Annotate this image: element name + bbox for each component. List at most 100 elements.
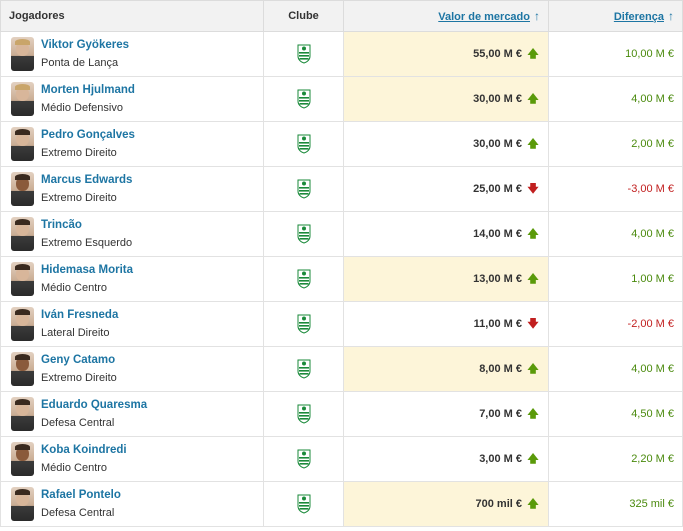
column-header-players[interactable]: Jogadores [0, 0, 264, 32]
player-info: Geny Catamo Extremo Direito [11, 352, 255, 386]
difference-cell: 1,00 M € [548, 256, 683, 302]
sporting-crest-icon[interactable] [297, 44, 311, 64]
market-value: 25,00 M € [473, 182, 522, 195]
sporting-crest-icon[interactable] [297, 314, 311, 334]
player-name-link[interactable]: Rafael Pontelo [41, 487, 121, 503]
table-row: Viktor Gyökeres Ponta de Lança 55,00 M € 🡅 1… [0, 31, 683, 77]
player-photo[interactable] [11, 352, 34, 386]
player-name-link[interactable]: Viktor Gyökeres [41, 37, 129, 53]
difference-value: 10,00 M € [625, 48, 674, 60]
trend-up-arrow-icon: 🡅 [527, 272, 539, 285]
player-photo[interactable] [11, 37, 34, 71]
sporting-crest-icon[interactable] [297, 494, 311, 514]
difference-cell: 10,00 M € [548, 31, 683, 77]
sporting-crest-icon[interactable] [297, 359, 311, 379]
market-value: 11,00 M € [473, 317, 522, 330]
sporting-crest-icon[interactable] [297, 224, 311, 244]
sort-arrow-up-icon[interactable]: ↑ [668, 9, 674, 23]
player-position: Médio Defensivo [41, 102, 123, 114]
sort-arrow-up-icon[interactable]: ↑ [534, 9, 540, 23]
sporting-crest-icon[interactable] [297, 404, 311, 424]
player-name-link[interactable]: Pedro Gonçalves [41, 127, 135, 143]
player-photo[interactable] [11, 217, 34, 251]
player-position: Ponta de Lança [41, 57, 119, 69]
difference-value: 2,20 M € [631, 453, 674, 465]
difference-cell: 4,00 M € [548, 76, 683, 122]
market-value-cell: 30,00 M € 🡅 [343, 121, 549, 167]
player-photo[interactable] [11, 307, 34, 341]
market-value: 8,00 M € [479, 362, 522, 375]
player-name-link[interactable]: Iván Fresneda [41, 307, 118, 323]
player-text: Koba Koindredi Médio Centro [41, 442, 127, 476]
difference-value: 2,00 M € [631, 138, 674, 150]
table-row: Koba Koindredi Médio Centro 3,00 M € 🡅 2,20 … [0, 436, 683, 482]
table-row: Trincão Extremo Esquerdo 14,00 M € 🡅 4,00 M … [0, 211, 683, 257]
player-position: Médio Centro [41, 282, 108, 294]
player-text: Iván Fresneda Lateral Direito [41, 307, 118, 341]
player-name-link[interactable]: Koba Koindredi [41, 442, 127, 458]
sporting-crest-icon[interactable] [297, 89, 311, 109]
table-body: Viktor Gyökeres Ponta de Lança 55,00 M € 🡅 1… [0, 31, 683, 527]
player-position: Médio Centro [41, 462, 108, 474]
difference-cell: 4,00 M € [548, 346, 683, 392]
player-name-link[interactable]: Trincão [41, 217, 132, 233]
player-info: Rafael Pontelo Defesa Central [11, 487, 255, 521]
player-photo[interactable] [11, 82, 34, 116]
market-value: 13,00 M € [473, 272, 522, 285]
table-row: Pedro Gonçalves Extremo Direito 30,00 M € 🡅… [0, 121, 683, 167]
player-text: Morten Hjulmand Médio Defensivo [41, 82, 135, 116]
sporting-crest-icon[interactable] [297, 179, 311, 199]
column-header-difference[interactable]: Diferença ↑ [548, 0, 683, 32]
difference-value: 325 mil € [629, 498, 674, 510]
difference-value: -3,00 M € [627, 183, 674, 195]
market-value: 3,00 M € [479, 452, 522, 465]
player-text: Geny Catamo Extremo Direito [41, 352, 117, 386]
trend-up-arrow-icon: 🡅 [527, 137, 539, 150]
player-photo[interactable] [11, 397, 34, 431]
player-text: Marcus Edwards Extremo Direito [41, 172, 132, 206]
club-cell [263, 121, 344, 167]
player-cell: Morten Hjulmand Médio Defensivo [0, 76, 264, 122]
player-text: Trincão Extremo Esquerdo [41, 217, 132, 251]
player-photo[interactable] [11, 487, 34, 521]
player-name-link[interactable]: Hidemasa Morita [41, 262, 133, 278]
sporting-crest-icon[interactable] [297, 134, 311, 154]
table-header-row: Jogadores Clube Valor de mercado ↑ Difere… [0, 0, 683, 32]
club-cell [263, 31, 344, 77]
market-value: 55,00 M € [473, 47, 522, 60]
market-value-cell: 7,00 M € 🡅 [343, 391, 549, 437]
player-name-link[interactable]: Morten Hjulmand [41, 82, 135, 98]
market-value-cell: 8,00 M € 🡅 [343, 346, 549, 392]
player-name-link[interactable]: Geny Catamo [41, 352, 117, 368]
player-photo[interactable] [11, 442, 34, 476]
player-name-link[interactable]: Marcus Edwards [41, 172, 132, 188]
club-cell [263, 436, 344, 482]
table-row: Geny Catamo Extremo Direito 8,00 M € 🡅 4,00 … [0, 346, 683, 392]
column-header-market-value[interactable]: Valor de mercado ↑ [343, 0, 549, 32]
player-photo[interactable] [11, 262, 34, 296]
player-info: Hidemasa Morita Médio Centro [11, 262, 255, 296]
market-value: 30,00 M € [473, 137, 522, 150]
trend-up-arrow-icon: 🡅 [527, 227, 539, 240]
trend-up-arrow-icon: 🡅 [527, 47, 539, 60]
player-info: Morten Hjulmand Médio Defensivo [11, 82, 255, 116]
player-photo[interactable] [11, 172, 34, 206]
market-value-cell: 55,00 M € 🡅 [343, 31, 549, 77]
market-value-cell: 13,00 M € 🡅 [343, 256, 549, 302]
market-value-table: Jogadores Clube Valor de mercado ↑ Difere… [0, 0, 683, 527]
player-name-link[interactable]: Eduardo Quaresma [41, 397, 147, 413]
market-value: 700 mil € [475, 497, 522, 510]
player-photo[interactable] [11, 127, 34, 161]
sporting-crest-icon[interactable] [297, 269, 311, 289]
player-position: Defesa Central [41, 417, 115, 429]
market-value-cell: 30,00 M € 🡅 [343, 76, 549, 122]
trend-down-arrow-icon: 🡇 [527, 317, 539, 330]
trend-up-arrow-icon: 🡅 [527, 452, 539, 465]
sporting-crest-icon[interactable] [297, 449, 311, 469]
club-cell [263, 481, 344, 527]
table-row: Hidemasa Morita Médio Centro 13,00 M € 🡅 1,0… [0, 256, 683, 302]
column-header-club[interactable]: Clube [263, 0, 344, 32]
difference-label: Diferença [613, 11, 664, 23]
player-position: Extremo Esquerdo [41, 237, 133, 249]
market-value-cell: 3,00 M € 🡅 [343, 436, 549, 482]
